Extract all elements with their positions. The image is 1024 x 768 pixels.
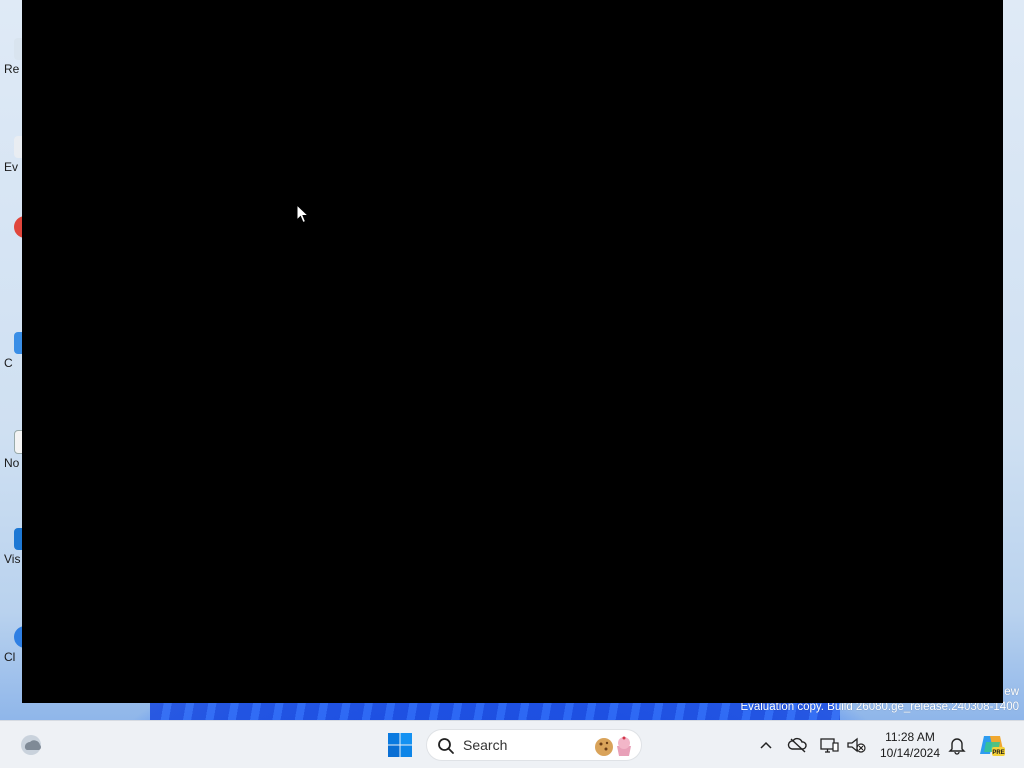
svg-text:PRE: PRE bbox=[992, 750, 1004, 756]
bell-icon[interactable] bbox=[946, 733, 968, 757]
taskbar-search-box[interactable]: Search bbox=[426, 729, 642, 761]
search-placeholder: Search bbox=[463, 737, 508, 753]
weather-widget-icon[interactable] bbox=[18, 733, 44, 757]
wallpaper-stripes bbox=[150, 700, 840, 720]
watermark-line1: ew bbox=[1004, 686, 1019, 698]
network-icon[interactable] bbox=[818, 733, 840, 757]
search-highlight-icon bbox=[595, 736, 631, 756]
search-icon bbox=[438, 738, 454, 754]
taskbar-clock[interactable]: 11:28 AM 10/14/2024 bbox=[868, 729, 952, 761]
clock-date: 10/14/2024 bbox=[879, 746, 941, 760]
chevron-up-icon[interactable] bbox=[755, 733, 777, 757]
mouse-cursor-icon bbox=[296, 204, 310, 224]
volume-muted-icon[interactable] bbox=[845, 733, 867, 757]
cloud-offline-icon[interactable] bbox=[787, 733, 809, 757]
copilot-icon[interactable]: PRE bbox=[978, 732, 1006, 758]
clock-time: 11:28 AM bbox=[885, 730, 935, 744]
windows-start-icon[interactable] bbox=[386, 731, 414, 759]
taskbar: Search 11:28 AM 10/14/2024 PRE bbox=[0, 720, 1024, 768]
app-window-content[interactable] bbox=[22, 0, 1003, 703]
